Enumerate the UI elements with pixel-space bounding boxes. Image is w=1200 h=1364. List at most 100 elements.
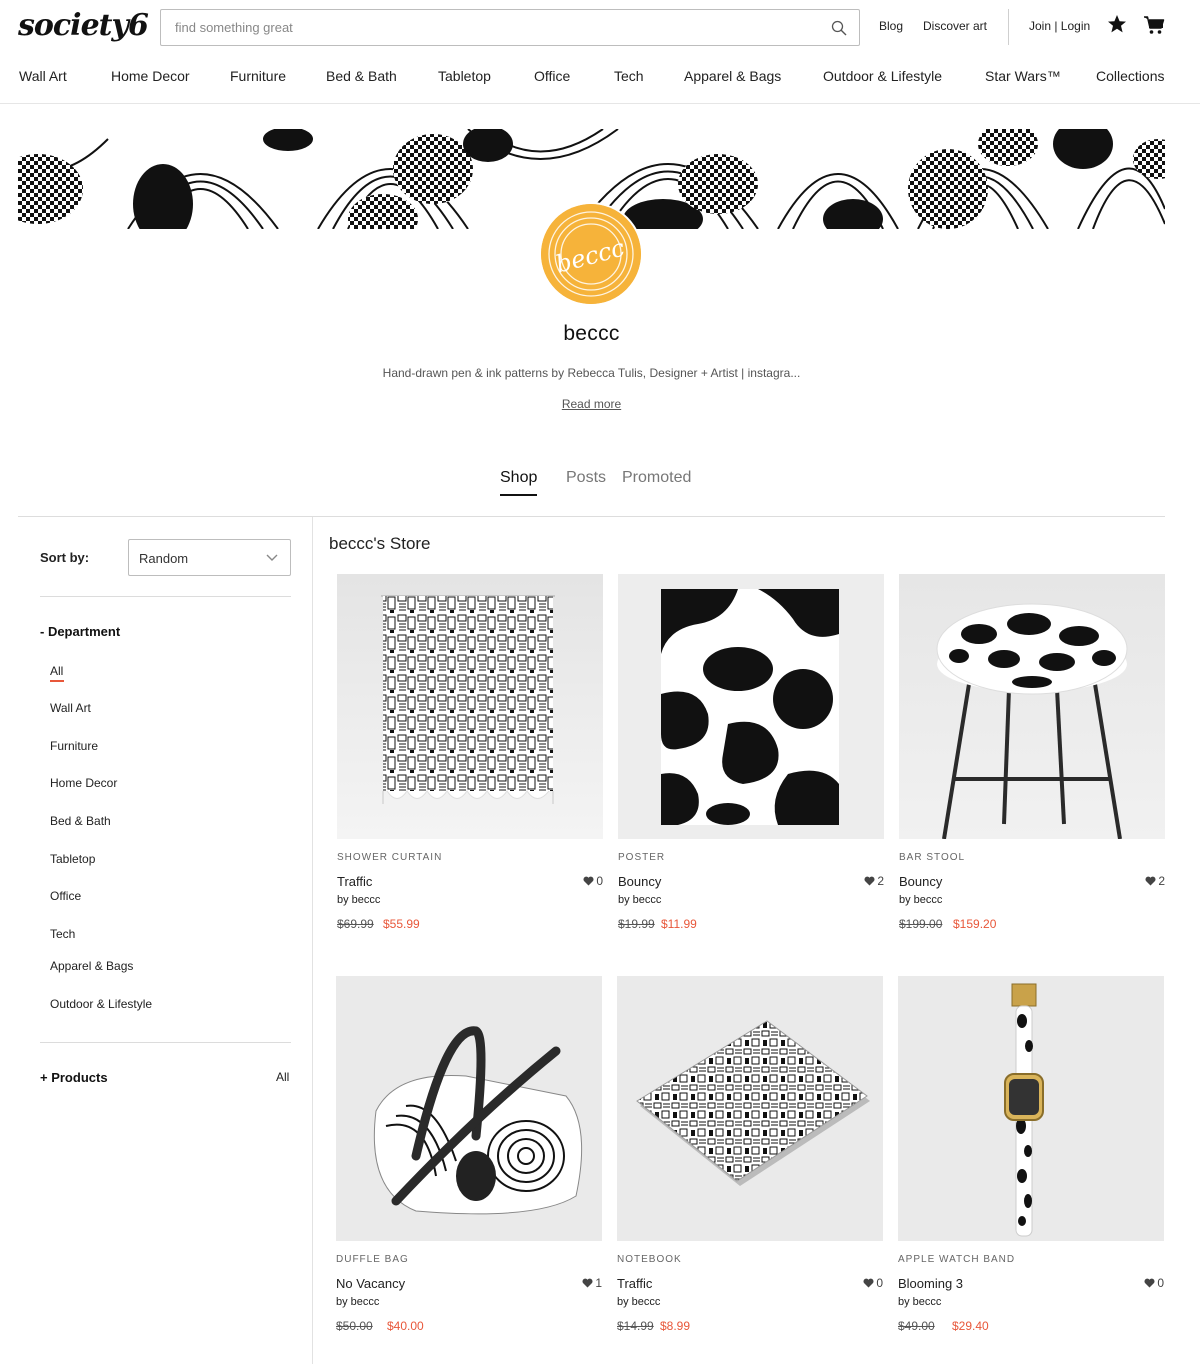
product-image[interactable]: [337, 574, 603, 839]
heart-icon: [864, 876, 875, 886]
department-apparel-bags[interactable]: Apparel & Bags: [50, 959, 133, 973]
like-button[interactable]: 2: [1145, 874, 1165, 888]
search-input[interactable]: [175, 10, 815, 45]
store-title: beccc's Store: [329, 534, 431, 553]
header-divider: [1008, 9, 1009, 45]
original-price: $199.00: [899, 917, 943, 931]
product-artist[interactable]: by beccc: [898, 1296, 941, 1308]
product-title[interactable]: Bouncy: [899, 874, 942, 889]
like-count: 2: [877, 874, 884, 888]
department-filter-toggle[interactable]: - Department: [40, 624, 120, 639]
heart-icon: [863, 1278, 874, 1288]
nav-wall-art[interactable]: Wall Art: [19, 68, 67, 84]
sale-price: $40.00: [387, 1319, 424, 1333]
like-button[interactable]: 0: [583, 874, 603, 888]
department-wall-art[interactable]: Wall Art: [50, 701, 91, 715]
sale-price: $8.99: [660, 1319, 691, 1333]
profile-name: beccc: [563, 322, 620, 345]
profile-avatar[interactable]: beccc: [541, 204, 641, 304]
original-price: $69.99: [337, 917, 374, 931]
read-more-link[interactable]: Read more: [562, 397, 621, 411]
like-button[interactable]: 2: [864, 874, 884, 888]
nav-outdoor-lifestyle[interactable]: Outdoor & Lifestyle: [823, 68, 942, 84]
chevron-down-icon: [266, 554, 278, 561]
nav-apparel-bags[interactable]: Apparel & Bags: [684, 68, 781, 84]
cart-icon[interactable]: [1143, 15, 1165, 35]
site-header: society6 Blog Discover art Join | Login …: [0, 0, 1200, 104]
department-office[interactable]: Office: [50, 889, 81, 903]
product-type: APPLE WATCH BAND: [898, 1254, 1016, 1265]
product-type: BAR STOOL: [899, 852, 966, 863]
product-artist[interactable]: by beccc: [899, 894, 942, 906]
nav-bed-bath[interactable]: Bed & Bath: [326, 68, 397, 84]
department-tabletop[interactable]: Tabletop: [50, 852, 95, 866]
like-button[interactable]: 0: [1144, 1276, 1164, 1290]
like-button[interactable]: 0: [863, 1276, 883, 1290]
department-furniture[interactable]: Furniture: [50, 739, 98, 753]
product-type: POSTER: [618, 852, 666, 863]
sale-price: $11.99: [661, 917, 697, 931]
product-artist[interactable]: by beccc: [618, 894, 661, 906]
nav-home-decor[interactable]: Home Decor: [111, 68, 190, 84]
tab-promoted[interactable]: Promoted: [622, 469, 691, 487]
product-title[interactable]: Traffic: [617, 1276, 652, 1291]
like-count: 1: [595, 1276, 602, 1290]
blog-link[interactable]: Blog: [879, 19, 903, 33]
profile-tabs: Shop Posts Promoted: [0, 469, 1183, 499]
nav-office[interactable]: Office: [534, 68, 570, 84]
department-tech[interactable]: Tech: [50, 927, 75, 941]
products-filter-value: All: [276, 1070, 290, 1084]
product-image[interactable]: [899, 574, 1165, 839]
sidebar-divider-bottom: [40, 1042, 291, 1043]
profile-bio: Hand-drawn pen & ink patterns by Rebecca…: [382, 366, 801, 380]
section-divider: [18, 516, 1165, 517]
product-artist[interactable]: by beccc: [617, 1296, 660, 1308]
original-price: $50.00: [336, 1319, 373, 1333]
search-icon[interactable]: [831, 20, 847, 36]
product-artist[interactable]: by beccc: [337, 894, 380, 906]
heart-icon: [1144, 1278, 1155, 1288]
sale-price: $159.20: [953, 917, 997, 931]
like-button[interactable]: 1: [582, 1276, 602, 1290]
products-filter-toggle[interactable]: + Products: [40, 1070, 108, 1085]
product-title[interactable]: Traffic: [337, 874, 372, 889]
product-image[interactable]: [618, 574, 884, 839]
nav-furniture[interactable]: Furniture: [230, 68, 286, 84]
heart-icon: [1145, 876, 1156, 886]
heart-icon: [583, 876, 594, 886]
site-logo[interactable]: society6: [18, 8, 149, 43]
nav-collections[interactable]: Collections: [1096, 68, 1164, 84]
product-type: SHOWER CURTAIN: [337, 852, 443, 863]
tab-shop[interactable]: Shop: [500, 469, 537, 487]
department-bed-bath[interactable]: Bed & Bath: [50, 814, 111, 828]
product-type: NOTEBOOK: [617, 1254, 682, 1265]
department-outdoor-lifestyle[interactable]: Outdoor & Lifestyle: [50, 997, 152, 1011]
star-icon[interactable]: [1107, 14, 1127, 34]
product-title[interactable]: Blooming 3: [898, 1276, 963, 1291]
product-image[interactable]: [336, 976, 602, 1241]
product-title[interactable]: Bouncy: [618, 874, 661, 889]
discover-art-link[interactable]: Discover art: [923, 19, 987, 33]
avatar-logo: beccc: [541, 204, 641, 304]
search-box[interactable]: [160, 9, 860, 46]
nav-star-wars[interactable]: Star Wars™: [985, 68, 1061, 84]
heart-icon: [582, 1278, 593, 1288]
tab-posts[interactable]: Posts: [566, 469, 606, 487]
product-type: DUFFLE BAG: [336, 1254, 409, 1265]
department-all[interactable]: All: [50, 664, 63, 678]
sort-label: Sort by:: [40, 550, 90, 565]
sort-dropdown[interactable]: Random: [128, 539, 291, 576]
like-count: 0: [1157, 1276, 1164, 1290]
product-image[interactable]: [898, 976, 1164, 1241]
department-home-decor[interactable]: Home Decor: [50, 776, 117, 790]
join-login-link[interactable]: Join | Login: [1029, 19, 1090, 33]
original-price: $19.99: [618, 917, 655, 931]
sale-price: $55.99: [383, 917, 420, 931]
product-artist[interactable]: by beccc: [336, 1296, 379, 1308]
product-image[interactable]: [617, 976, 883, 1241]
like-count: 0: [876, 1276, 883, 1290]
nav-tabletop[interactable]: Tabletop: [438, 68, 491, 84]
product-title[interactable]: No Vacancy: [336, 1276, 405, 1291]
nav-tech[interactable]: Tech: [614, 68, 644, 84]
original-price: $49.00: [898, 1319, 935, 1333]
